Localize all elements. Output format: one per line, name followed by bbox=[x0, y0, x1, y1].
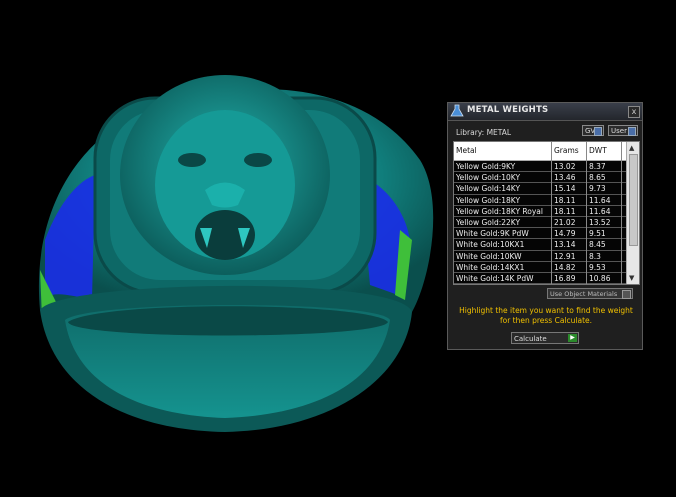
use-object-materials-label: Use Object Materials bbox=[550, 290, 618, 298]
grams-cell: 18.11 bbox=[554, 206, 576, 216]
grams-cell: 21.02 bbox=[554, 217, 576, 227]
grams-cell: 16.89 bbox=[554, 273, 576, 283]
dwt-cell: 8.3 bbox=[589, 251, 601, 261]
grams-cell: 14.79 bbox=[554, 229, 576, 239]
grams-cell: 13.46 bbox=[554, 173, 576, 183]
table-row[interactable]: Yellow Gold:18KY Royal 18.11 11.64 bbox=[454, 205, 626, 217]
table-row[interactable]: Yellow Gold:22KY 21.02 13.52 bbox=[454, 216, 626, 229]
calculate-button[interactable]: Calculate ▶ bbox=[511, 332, 579, 344]
metal-cell: Yellow Gold:10KY bbox=[456, 173, 521, 183]
table-row[interactable]: Yellow Gold:10KY 13.46 8.65 bbox=[454, 172, 626, 184]
close-button[interactable]: x bbox=[628, 106, 640, 118]
table-row[interactable]: Yellow Gold:9KY 13.02 8.37 bbox=[454, 161, 626, 173]
table-row[interactable]: White Gold:14KX1 14.82 9.53 bbox=[454, 261, 626, 273]
dwt-cell: 8.65 bbox=[589, 173, 606, 183]
dwt-cell: 10.86 bbox=[589, 273, 611, 283]
table-row[interactable]: White Gold:9K PdW 14.79 9.51 bbox=[454, 228, 626, 240]
flask-icon bbox=[450, 104, 464, 117]
title-bar[interactable]: METAL WEIGHTS x bbox=[448, 103, 642, 121]
table-header: Metal Grams DWT bbox=[454, 142, 626, 161]
calculate-label: Calculate bbox=[514, 335, 547, 343]
dwt-cell: 8.45 bbox=[589, 240, 606, 250]
gv-toggle[interactable]: GV bbox=[582, 125, 604, 136]
column-header-metal[interactable]: Metal bbox=[456, 146, 477, 155]
checkbox-icon bbox=[622, 290, 631, 299]
panel-title: METAL WEIGHTS bbox=[467, 105, 549, 115]
library-label: Library: METAL bbox=[456, 128, 512, 137]
table-row[interactable]: White Gold:10KW 12.91 8.3 bbox=[454, 250, 626, 262]
column-divider bbox=[586, 142, 587, 284]
metal-cell: White Gold:10KX1 bbox=[456, 240, 525, 250]
user-toggle[interactable]: User bbox=[608, 125, 638, 136]
metal-weights-panel: METAL WEIGHTS x Library: METAL GV User M… bbox=[447, 102, 643, 350]
column-divider bbox=[551, 142, 552, 284]
use-object-materials-checkbox[interactable]: Use Object Materials bbox=[547, 288, 633, 299]
scroll-thumb[interactable] bbox=[629, 154, 638, 246]
scroll-down-icon[interactable]: ▼ bbox=[629, 274, 634, 282]
grams-cell: 12.91 bbox=[554, 251, 576, 261]
grams-cell: 13.14 bbox=[554, 240, 576, 250]
dwt-cell: 9.53 bbox=[589, 262, 606, 272]
table-row[interactable]: White Gold:14K PdW 16.89 10.86 bbox=[454, 272, 626, 284]
table-row[interactable]: Yellow Gold:18KY 18.11 11.64 bbox=[454, 194, 626, 206]
metal-cell: White Gold:10KW bbox=[456, 251, 522, 261]
metal-cell: White Gold:14K PdW bbox=[456, 273, 534, 283]
table-row[interactable]: White Gold:10KX1 13.14 8.45 bbox=[454, 239, 626, 251]
hint-text: Highlight the item you want to find the … bbox=[459, 306, 633, 325]
user-label: User bbox=[611, 127, 627, 135]
grams-cell: 13.02 bbox=[554, 162, 576, 171]
dwt-cell: 11.64 bbox=[589, 195, 611, 205]
dwt-cell: 11.64 bbox=[589, 206, 611, 216]
grams-cell: 18.11 bbox=[554, 195, 576, 205]
metal-cell: White Gold:14KX1 bbox=[456, 262, 525, 272]
metal-cell: Yellow Gold:18KY Royal bbox=[456, 206, 543, 216]
dwt-cell: 9.51 bbox=[589, 229, 606, 239]
play-arrow-icon: ▶ bbox=[568, 334, 577, 342]
column-divider bbox=[621, 142, 622, 284]
column-header-grams[interactable]: Grams bbox=[554, 146, 579, 155]
metal-cell: White Gold:9K PdW bbox=[456, 229, 529, 239]
metal-cell: Yellow Gold:18KY bbox=[456, 195, 521, 205]
dwt-cell: 8.37 bbox=[589, 162, 606, 171]
user-indicator-icon bbox=[628, 127, 636, 136]
metal-table[interactable]: Metal Grams DWT Yellow Gold:9KY 13.02 8.37… bbox=[453, 141, 640, 285]
metal-cell: Yellow Gold:9KY bbox=[456, 162, 516, 171]
scroll-up-icon[interactable]: ▲ bbox=[629, 144, 634, 152]
dwt-cell: 13.52 bbox=[589, 217, 611, 227]
metal-cell: Yellow Gold:22KY bbox=[456, 217, 521, 227]
gv-indicator-icon bbox=[594, 127, 602, 136]
dwt-cell: 9.73 bbox=[589, 184, 606, 194]
table-body: Yellow Gold:9KY 13.02 8.37 Yellow Gold:10KY… bbox=[454, 161, 626, 284]
column-header-dwt[interactable]: DWT bbox=[589, 146, 607, 155]
metal-cell: Yellow Gold:14KY bbox=[456, 184, 521, 194]
grams-cell: 14.82 bbox=[554, 262, 576, 272]
table-row[interactable]: Yellow Gold:14KY 15.14 9.73 bbox=[454, 183, 626, 195]
table-scrollbar[interactable]: ▲ ▼ bbox=[626, 142, 639, 284]
grams-cell: 15.14 bbox=[554, 184, 576, 194]
ring-model bbox=[38, 75, 434, 432]
